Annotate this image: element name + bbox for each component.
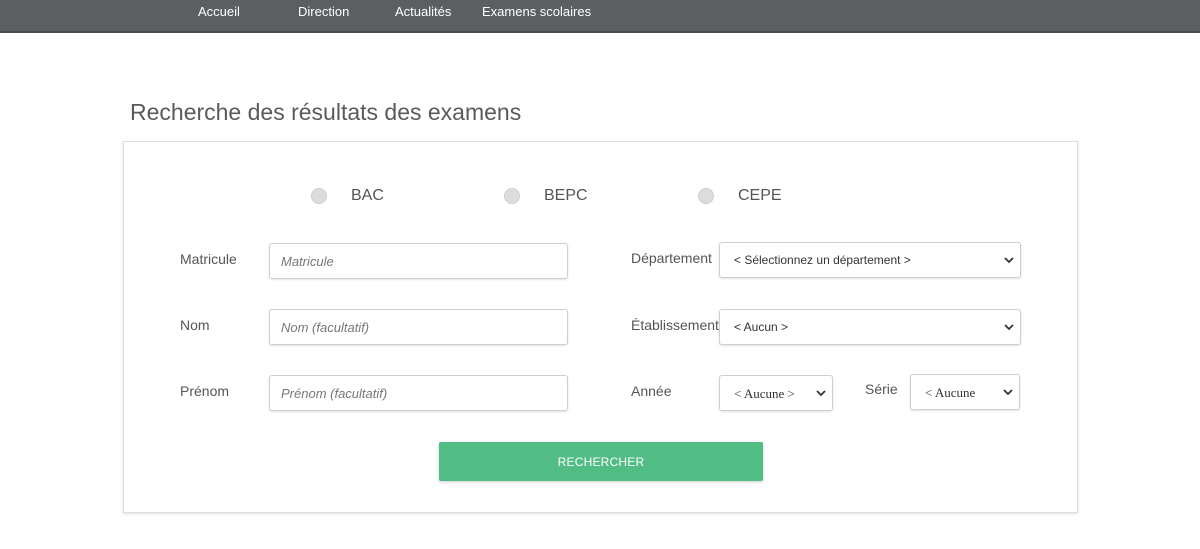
nav-item-actualites[interactable]: Actualités — [395, 4, 451, 19]
prenom-label: Prénom — [180, 383, 230, 399]
etablissement-select[interactable]: < Aucun > — [719, 309, 1021, 345]
matricule-label: Matricule — [180, 251, 237, 267]
radio-label-bepc: BEPC — [544, 187, 588, 204]
etablissement-label: Établissement — [631, 317, 719, 333]
serie-label: Série — [865, 381, 898, 397]
annee-label: Année — [631, 383, 672, 399]
radio-circle-bac[interactable] — [311, 188, 327, 204]
radio-bac[interactable]: BAC — [311, 186, 384, 206]
departement-label: Département — [631, 250, 712, 266]
radio-label-bac: BAC — [351, 187, 384, 204]
matricule-input[interactable] — [269, 243, 568, 279]
rechercher-button[interactable]: RECHERCHER — [439, 442, 763, 481]
radio-circle-cepe[interactable] — [698, 188, 714, 204]
annee-select[interactable]: < Aucune > — [719, 375, 833, 411]
radio-label-cepe: CEPE — [738, 187, 782, 204]
departement-select-value: < Sélectionnez un département > — [734, 253, 911, 267]
prenom-input[interactable] — [269, 375, 568, 411]
serie-select-value: < Aucune — [925, 385, 976, 400]
chevron-down-icon — [1004, 324, 1014, 331]
page-title: Recherche des résultats des examens — [130, 99, 522, 125]
nav-item-accueil[interactable]: Accueil — [198, 4, 240, 19]
nom-input[interactable] — [269, 309, 568, 345]
etablissement-select-value: < Aucun > — [734, 320, 789, 334]
departement-select[interactable]: < Sélectionnez un département > — [719, 242, 1021, 278]
chevron-down-icon — [1004, 257, 1014, 264]
nav-item-direction[interactable]: Direction — [298, 4, 349, 19]
nav-item-examens-scolaires[interactable]: Examens scolaires — [482, 4, 591, 19]
chevron-down-icon — [816, 390, 826, 397]
serie-select[interactable]: < Aucune — [910, 374, 1020, 410]
nom-label: Nom — [180, 317, 210, 333]
search-form-card: BAC BEPC CEPE Matricule Nom Prénom Dépar… — [123, 141, 1078, 513]
top-nav-bar: Accueil Direction Actualités Examens sco… — [0, 0, 1200, 33]
annee-select-value: < Aucune > — [734, 386, 795, 401]
radio-bepc[interactable]: BEPC — [504, 186, 588, 206]
chevron-down-icon — [1003, 389, 1013, 396]
radio-cepe[interactable]: CEPE — [698, 186, 782, 206]
radio-circle-bepc[interactable] — [504, 188, 520, 204]
